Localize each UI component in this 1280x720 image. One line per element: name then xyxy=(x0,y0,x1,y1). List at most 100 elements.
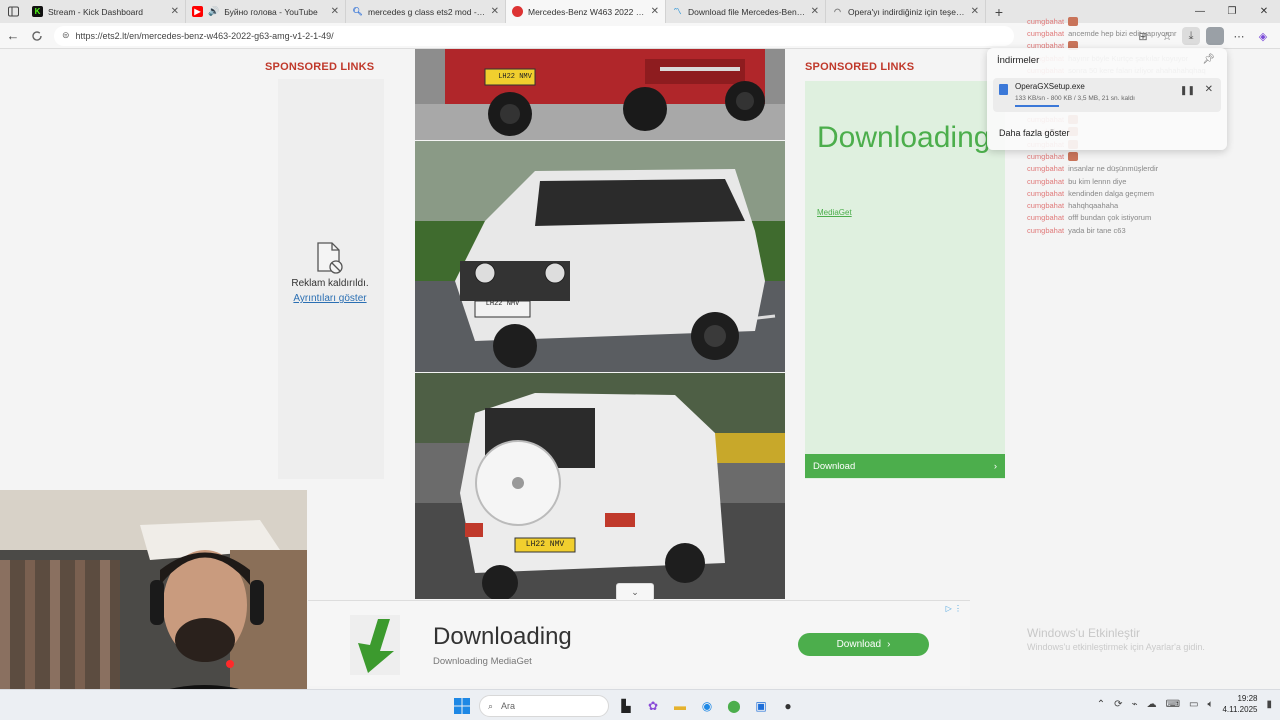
tab-close-icon[interactable]: ✕ xyxy=(171,6,179,17)
ad-download-button[interactable]: Download › xyxy=(805,454,1005,478)
right-ad[interactable]: Downloading MediaGet xyxy=(805,81,1005,479)
chat-message: cumgbahat xyxy=(1027,15,1267,27)
tab-close-icon[interactable]: ✕ xyxy=(491,6,499,17)
green-download-arrow-icon xyxy=(350,615,400,675)
chat-username: cumgbahat xyxy=(1027,201,1065,211)
system-clock[interactable]: 19:28 4.11.2025 xyxy=(1222,693,1257,715)
notification-icon[interactable]: ▮ xyxy=(1266,699,1272,710)
clock-date: 4.11.2025 xyxy=(1222,705,1258,714)
chat-text: hahqhqaahaha xyxy=(1068,201,1119,211)
download-item[interactable]: OperaGXSetup.exe 133 KB/sn - 800 KB / 3,… xyxy=(993,78,1221,112)
cancel-download-icon[interactable]: ✕ xyxy=(1205,84,1213,95)
chat-message: cumgbahat offf bundan çok istiyorum xyxy=(1027,212,1267,224)
chevron-right-icon: › xyxy=(887,639,891,650)
ad-downloading-title: Downloading xyxy=(817,121,991,154)
new-tab-button[interactable]: + xyxy=(986,0,1012,23)
chat-username: cumgbahat xyxy=(1027,225,1065,235)
windows-activation-watermark: Windows'u Etkinleştir Windows'u etkinleş… xyxy=(1027,626,1205,652)
chat-message: cumgbahat hahqhqaahaha xyxy=(1027,199,1267,211)
copilot-taskbar-icon[interactable]: ✿ xyxy=(643,696,663,716)
site-info-icon[interactable]: ⊜ xyxy=(62,30,70,41)
tab-title: Буйно голова - YouTube xyxy=(224,6,318,17)
pin-icon[interactable]: 📌︎ xyxy=(1202,54,1215,65)
downloads-popup: İndirmeler 📌︎ OperaGXSetup.exe 133 KB/sn… xyxy=(987,48,1227,150)
chevron-right-icon: › xyxy=(993,460,997,472)
loading-stop-icon[interactable] xyxy=(26,25,48,47)
download-status: 133 KB/sn - 800 KB / 3,5 MB, 21 sn. kald… xyxy=(1015,95,1135,102)
show-details-link[interactable]: Ayrıntıları göster xyxy=(280,293,380,304)
downloads-header: İndirmeler xyxy=(997,55,1040,66)
obs-icon[interactable]: ● xyxy=(778,696,798,716)
tab-title: Download file Mercedes-Benz W... xyxy=(688,6,806,17)
chat-text: insanlar ne düşünmüşlerdir xyxy=(1068,164,1159,174)
back-arrow-icon[interactable]: ← xyxy=(2,25,24,47)
file-explorer-icon[interactable]: ▬ xyxy=(670,696,690,716)
emote-icon xyxy=(1068,151,1079,161)
store-icon[interactable]: ▣ xyxy=(751,696,771,716)
edge-browser-icon[interactable]: ◉ xyxy=(697,696,717,716)
mediaget-link[interactable]: MediaGet xyxy=(817,208,852,217)
tab-close-icon[interactable]: ✕ xyxy=(651,6,659,17)
tab-close-icon[interactable]: ✕ xyxy=(331,6,339,17)
chat-username: cumgbahat xyxy=(1027,188,1065,198)
keyboard-layout-icon[interactable]: ⌨ xyxy=(1166,699,1180,710)
address-bar[interactable]: ⊜ https://ets2.lt/en/mercedes-benz-w463-… xyxy=(54,25,1014,46)
tab-title: Mercedes-Benz W463 2022 G63... xyxy=(528,6,646,17)
youtube-icon: ▶ xyxy=(192,6,203,17)
car-image-white-rear xyxy=(415,373,785,599)
tab-mercedes-page[interactable]: Mercedes-Benz W463 2022 G63... ✕ xyxy=(506,0,666,23)
show-more-link[interactable]: Daha fazla göster xyxy=(999,128,1070,138)
tab-download-file[interactable]: 〽 Download file Mercedes-Benz W... ✕ xyxy=(666,0,826,23)
search-placeholder: Ara xyxy=(501,701,516,711)
tray-chevron-icon[interactable]: ⌃ xyxy=(1097,699,1105,710)
adchoices-icon[interactable]: ▷ ⋮ xyxy=(946,604,962,613)
chat-message: cumgbahat ancemde hep bizi edit yapıyormr xyxy=(1027,27,1267,39)
tray-network-icon[interactable]: ⌁ xyxy=(1132,699,1138,710)
tab-close-icon[interactable]: ✕ xyxy=(811,6,819,17)
speaker-icon[interactable]: 🔊 xyxy=(208,6,219,17)
tab-kick-dashboard[interactable]: K Stream - Kick Dashboard ✕ xyxy=(26,0,186,23)
chat-message: cumgbahat xyxy=(1027,150,1267,162)
ad-download-label: Download xyxy=(813,460,856,472)
tab-opera-download[interactable]: ◠ Opera'yı indirdiğiniz için teşekkü... … xyxy=(826,0,986,23)
tab-title: Stream - Kick Dashboard xyxy=(48,6,143,17)
tray-app-icon[interactable]: ⟳ xyxy=(1114,699,1122,710)
chat-username: cumgbahat xyxy=(1027,28,1065,38)
tab-close-icon[interactable]: ✕ xyxy=(971,6,979,17)
tab-title: Opera'yı indirdiğiniz için teşekkü... xyxy=(848,6,966,17)
search-icon: 🔍︎ xyxy=(352,7,363,16)
chat-username: cumgbahat xyxy=(1027,164,1065,174)
car-image-red xyxy=(415,49,785,140)
chat-text: bu kim lennn diye xyxy=(1068,176,1127,186)
chat-message: cumgbahat kendinden dalga geçmem xyxy=(1027,187,1267,199)
task-view-icon[interactable]: ▙ xyxy=(616,696,636,716)
onedrive-icon[interactable]: ☁ xyxy=(1147,699,1157,710)
tab-actions-menu-icon[interactable] xyxy=(0,0,26,23)
mediaget-icon: 〽 xyxy=(673,7,682,16)
ad-removed-notice: Reklam kaldırıldı. Ayrıntıları göster xyxy=(280,242,380,304)
mediaget-taskbar-icon[interactable]: ⬤ xyxy=(724,696,744,716)
windows-start-icon[interactable] xyxy=(452,696,472,716)
activation-subtitle: Windows'u etkinleştirmek için Ayarlar'a … xyxy=(1027,642,1205,652)
display-icon[interactable]: ▭ xyxy=(1189,699,1198,710)
license-plate: LH22 NMV xyxy=(525,540,565,549)
search-icon: ⌕ xyxy=(488,700,494,711)
tab-youtube[interactable]: ▶ 🔊 Буйно голова - YouTube ✕ xyxy=(186,0,346,23)
collapse-banner-button[interactable]: ⌄ xyxy=(616,583,654,600)
activation-title: Windows'u Etkinleştir xyxy=(1027,626,1140,640)
download-file-name: OperaGXSetup.exe xyxy=(1015,82,1085,91)
license-plate: LH22 NMV xyxy=(485,300,520,308)
chat-text: ancemde hep bizi edit yapıyormr xyxy=(1068,28,1177,38)
sponsored-links-right: SPONSORED LINKS xyxy=(805,61,915,73)
tab-search-results[interactable]: 🔍︎ mercedes g class ets2 mod - Ara... ✕ xyxy=(346,0,506,23)
banner-download-button[interactable]: Download › xyxy=(798,633,929,656)
chat-username: cumgbahat xyxy=(1027,176,1065,186)
volume-icon[interactable]: 🔈︎ xyxy=(1207,699,1213,710)
kick-icon: K xyxy=(32,6,43,17)
taskbar-search[interactable]: ⌕ Ara xyxy=(479,695,609,717)
emote-icon xyxy=(1068,16,1079,26)
pause-icon[interactable]: ❚❚ xyxy=(1180,85,1195,96)
url-text: https://ets2.lt/en/mercedes-benz-w463-20… xyxy=(75,30,334,41)
bottom-banner-ad[interactable]: Downloading Downloading MediaGet Downloa… xyxy=(308,600,970,686)
chat-text: offf bundan çok istiyorum xyxy=(1068,213,1152,223)
